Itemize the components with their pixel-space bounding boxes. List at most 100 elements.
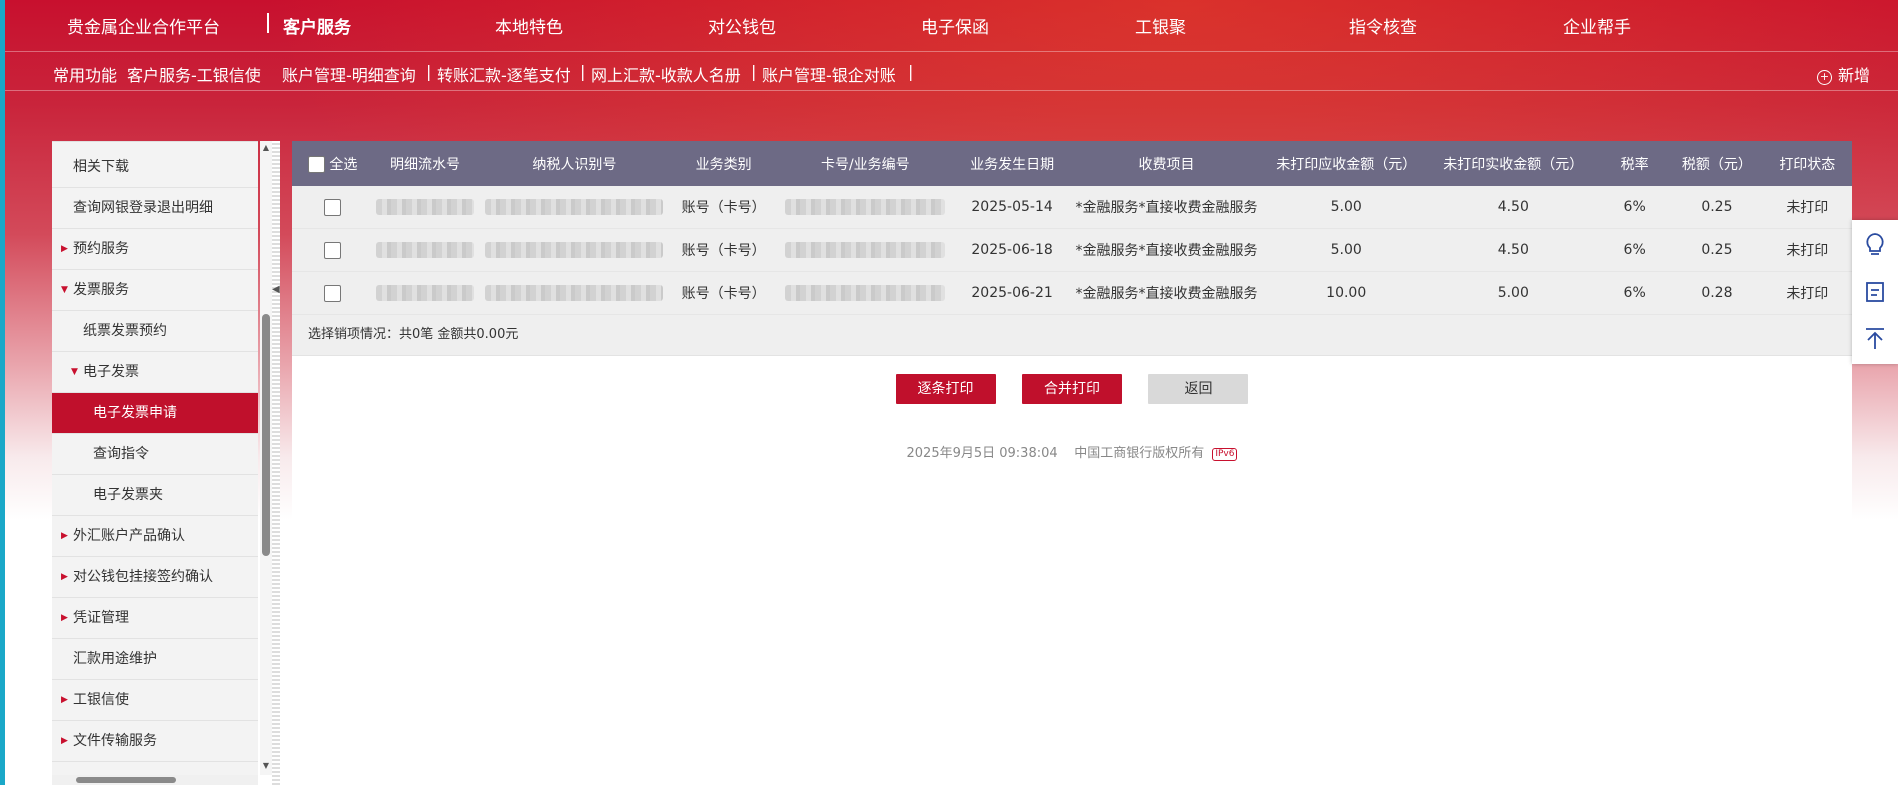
sidebar-item-voucher[interactable]: ▶ 凭证管理 [52,598,258,639]
select-all-header[interactable]: 全选 [292,141,374,186]
print-merge-button[interactable]: 合并打印 [1022,374,1122,404]
nav-item-precious-metals[interactable]: 贵金属企业合作平台 [67,13,220,38]
caret-right-icon: ▶ [61,531,68,541]
sidebar-scroll-thumb[interactable] [262,314,270,556]
receivable-cell: 10.00 [1263,271,1429,315]
sidebar: 相关下载 查询网银登录退出明细 ▶ 预约服务 ▼ 发票服务 纸票发票预约 ▼ 电子发票… [52,141,258,776]
back-button[interactable]: 返回 [1148,374,1249,404]
redacted-text [785,199,946,215]
col-category: 业务类别 [671,141,776,186]
scroll-down-icon[interactable]: ▼ [260,761,272,770]
category-cell: 账号（卡号） [671,271,776,315]
quick-link-payee-list[interactable]: 网上汇款-收款人名册 [591,62,741,86]
sidebar-horizontal-scrollbar[interactable] [52,775,258,785]
sidebar-item-paper-invoice[interactable]: 纸票发票预约 [52,311,258,352]
sidebar-item-reservation[interactable]: ▶ 预约服务 [52,229,258,270]
floating-toolbar [1852,220,1898,364]
scroll-up-icon[interactable]: ▲ [260,143,272,152]
nav-item-instruction-check[interactable]: 指令核查 [1349,13,1417,38]
sidebar-item-file-transfer[interactable]: ▶ 文件传输服务 [52,721,258,762]
col-tax-rate: 税率 [1598,141,1672,186]
sidebar-item-e-invoice-folder[interactable]: 电子发票夹 [52,475,258,516]
sidebar-item-wallet-signing[interactable]: ▶ 对公钱包挂接签约确认 [52,557,258,598]
panel-splitter[interactable]: ◀ [272,141,280,785]
table-row[interactable]: 账号（卡号） 2025-06-18 *金融服务*直接收费金融服务 5.00 4.… [292,228,1852,272]
quick-link-single-payment[interactable]: 转账汇款-逐笔支付 [437,62,571,86]
row-select-cell[interactable] [292,186,374,229]
tax-cell: 0.25 [1671,228,1763,272]
nav-item-enterprise-helper[interactable]: 企业帮手 [1563,13,1631,38]
tax-rate-cell: 6% [1598,228,1672,272]
sidebar-item-label: 电子发票申请 [93,405,177,421]
sidebar-hscroll-thumb[interactable] [76,777,176,783]
sidebar-item-label: 发票服务 [73,282,129,298]
action-buttons: 逐条打印 合并打印 返回 [292,374,1852,404]
card-number-cell [775,186,956,229]
sidebar-item-label: 对公钱包挂接签约确认 [73,569,213,585]
sidebar-item-login-log[interactable]: 查询网银登录退出明细 [52,188,258,229]
sidebar-item-messenger[interactable]: ▶ 工银信使 [52,680,258,721]
select-all-checkbox[interactable] [307,156,325,173]
nav-item-icbc-ju[interactable]: 工银聚 [1135,13,1186,38]
row-checkbox[interactable] [324,284,342,302]
sidebar-item-e-invoice-apply[interactable]: 电子发票申请 [52,393,258,434]
notes-icon[interactable] [1852,269,1898,315]
caret-right-icon: ▶ [61,695,68,705]
quick-link-messenger[interactable]: 客户服务-工银信使 [127,62,261,86]
taxpayer-id-cell [476,271,672,315]
quick-link-detail-query[interactable]: 账户管理-明细查询 [282,62,416,86]
received-cell: 4.50 [1428,228,1599,272]
sidebar-item-label: 相关下载 [73,159,129,175]
receivable-cell: 5.00 [1263,228,1429,272]
serial-cell [373,271,477,315]
redacted-text [485,242,664,258]
col-receivable: 未打印应收金额（元） [1263,141,1429,186]
sidebar-item-fx-account[interactable]: ▶ 外汇账户产品确认 [52,516,258,557]
top-navigation: 贵金属企业合作平台 客户服务 本地特色 对公钱包 电子保函 工银聚 指令核查 企… [5,0,1898,52]
receivable-cell: 5.00 [1263,186,1429,229]
nav-item-local-features[interactable]: 本地特色 [495,13,563,38]
table-header-row: 全选 明细流水号 纳税人识别号 业务类别 卡号/业务编号 业务发生日期 收费项目… [292,141,1852,186]
back-to-top-icon[interactable] [1852,316,1898,362]
sidebar-item-remit-purpose[interactable]: 汇款用途维护 [52,639,258,680]
row-checkbox[interactable] [324,241,342,259]
col-serial: 明细流水号 [373,141,477,186]
table-row[interactable]: 账号（卡号） 2025-05-14 *金融服务*直接收费金融服务 5.00 4.… [292,186,1852,229]
print-each-button[interactable]: 逐条打印 [895,374,996,404]
add-quick-link-button[interactable]: + 新增 [1816,62,1870,86]
row-select-cell[interactable] [292,228,374,272]
quick-links-bar: 常用功能 客户服务-工银信使 账户管理-明细查询 | 转账汇款-逐笔支付 | 网… [5,52,1898,91]
sidebar-scrollbar[interactable]: ▲ ▼ [260,141,272,775]
sidebar-item-label: 电子发票 [83,364,139,380]
collapse-left-icon[interactable]: ◀ [272,284,280,295]
sidebar-item-invoice-service[interactable]: ▼ 发票服务 [52,270,258,311]
status-cell: 未打印 [1762,228,1852,272]
quick-link-divider: | [580,62,586,81]
tax-cell: 0.25 [1671,186,1763,229]
fee-item-cell: *金融服务*直接收费金融服务 [1068,186,1264,229]
nav-item-customer-service[interactable]: 客户服务 [283,13,351,38]
status-cell: 未打印 [1762,271,1852,315]
row-checkbox[interactable] [324,198,342,216]
redacted-text [376,242,475,258]
received-cell: 4.50 [1428,186,1599,229]
col-card-number: 卡号/业务编号 [775,141,956,186]
nav-item-e-guarantee[interactable]: 电子保函 [921,13,989,38]
redacted-text [376,199,475,215]
sidebar-item-downloads[interactable]: 相关下载 [52,147,258,188]
col-taxpayer-id: 纳税人识别号 [476,141,672,186]
redacted-text [485,199,664,215]
quick-link-divider: | [751,62,757,81]
ipv6-badge: IPv6 [1212,448,1238,461]
sidebar-item-label: 查询网银登录退出明细 [73,200,213,216]
lightbulb-icon[interactable] [1852,222,1898,268]
fee-item-cell: *金融服务*直接收费金融服务 [1068,271,1264,315]
table-row[interactable]: 账号（卡号） 2025-06-21 *金融服务*直接收费金融服务 10.00 5… [292,271,1852,315]
row-select-cell[interactable] [292,271,374,315]
sidebar-item-query-instruction[interactable]: 查询指令 [52,434,258,475]
fee-item-cell: *金融服务*直接收费金融服务 [1068,228,1264,272]
quick-link-reconciliation[interactable]: 账户管理-银企对账 [762,62,896,86]
col-status: 打印状态 [1762,141,1852,186]
nav-item-corporate-wallet[interactable]: 对公钱包 [708,13,776,38]
sidebar-item-e-invoice[interactable]: ▼ 电子发票 [52,352,258,393]
